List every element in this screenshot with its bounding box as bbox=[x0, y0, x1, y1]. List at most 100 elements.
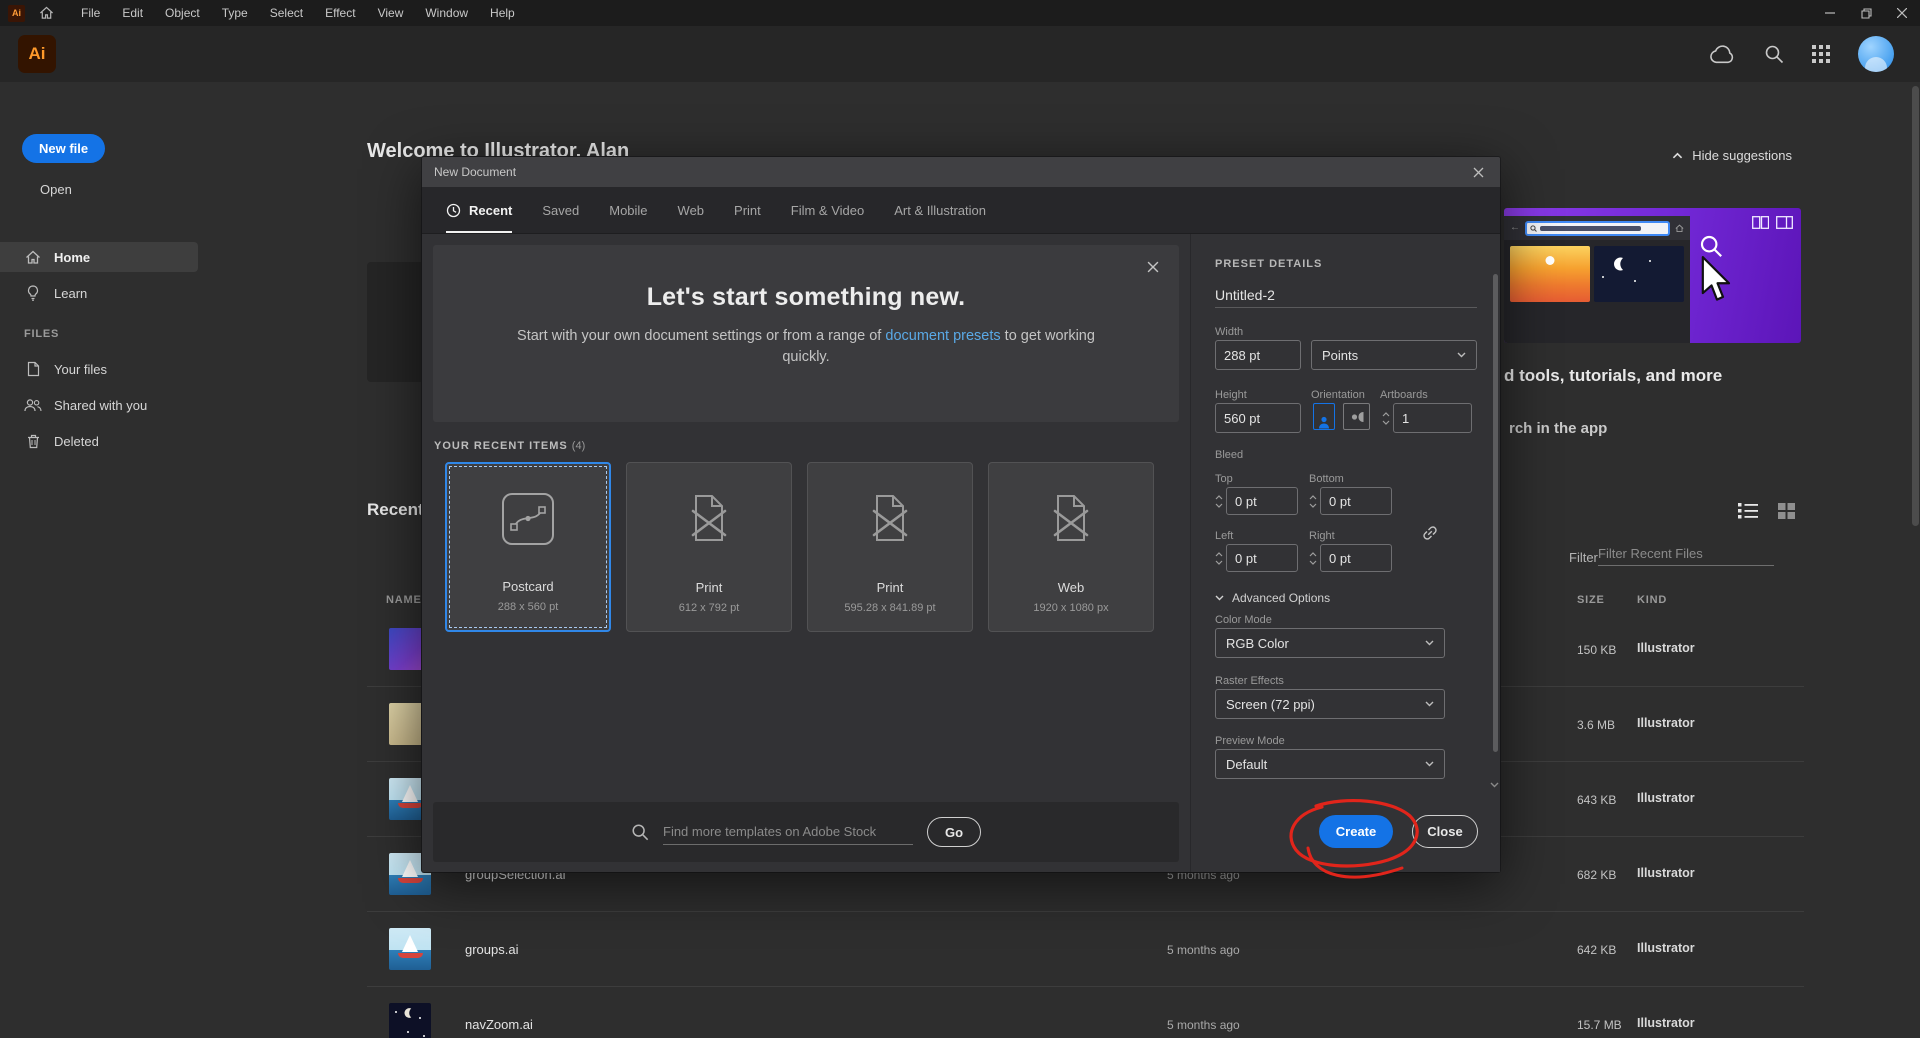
tab-label: Mobile bbox=[609, 202, 648, 218]
mini-app-screenshot: ← bbox=[1504, 216, 1690, 343]
open-button[interactable]: Open bbox=[40, 182, 72, 197]
recent-items-heading: YOUR RECENT ITEMS (4) bbox=[434, 440, 586, 452]
width-input[interactable] bbox=[1215, 340, 1301, 370]
stepper-arrows[interactable] bbox=[1215, 551, 1223, 565]
advanced-options-toggle[interactable]: Advanced Options bbox=[1215, 591, 1330, 605]
minimize-icon[interactable] bbox=[1812, 0, 1848, 26]
tab-web[interactable]: Web bbox=[678, 187, 705, 233]
stepper-arrows[interactable] bbox=[1309, 551, 1317, 565]
menu-file[interactable]: File bbox=[70, 0, 111, 26]
cloud-icon[interactable] bbox=[1709, 44, 1736, 64]
file-x-icon bbox=[861, 489, 919, 547]
sidebar-item-learn[interactable]: Learn bbox=[0, 278, 198, 308]
illustrator-window: Ai File Edit Object Type Select Effect V… bbox=[0, 0, 1920, 1038]
tab-art-illustration[interactable]: Art & Illustration bbox=[894, 187, 986, 233]
bleed-right-input[interactable] bbox=[1320, 544, 1392, 572]
preset-card-name: Web bbox=[1057, 580, 1085, 595]
preset-cards: Postcard 288 x 560 pt Print 612 x 792 pt bbox=[445, 462, 1154, 632]
bleed-link-icon[interactable] bbox=[1415, 518, 1445, 548]
menu-object[interactable]: Object bbox=[154, 0, 211, 26]
table-row[interactable]: navZoom.ai 5 months ago 15.7 MB Illustra… bbox=[367, 987, 1804, 1038]
tab-print[interactable]: Print bbox=[734, 187, 761, 233]
lightbulb-icon bbox=[24, 285, 42, 301]
preset-card-postcard[interactable]: Postcard 288 x 560 pt bbox=[445, 462, 611, 632]
tab-label: Web bbox=[677, 202, 705, 218]
mini-search-field bbox=[1525, 220, 1670, 236]
go-button[interactable]: Go bbox=[927, 817, 981, 847]
menu-type[interactable]: Type bbox=[211, 0, 259, 26]
column-header-size[interactable]: SIZE bbox=[1577, 594, 1605, 606]
restore-icon[interactable] bbox=[1848, 0, 1884, 26]
preset-card-print-a4[interactable]: Print 595.28 x 841.89 pt bbox=[807, 462, 973, 632]
sidebar-item-shared[interactable]: Shared with you bbox=[0, 390, 198, 420]
close-window-icon[interactable] bbox=[1884, 0, 1920, 26]
close-button[interactable]: Close bbox=[1412, 815, 1478, 848]
tab-saved[interactable]: Saved bbox=[542, 187, 579, 233]
column-header-name[interactable]: NAME bbox=[386, 594, 422, 606]
new-file-button[interactable]: New file bbox=[22, 134, 106, 163]
preset-card-web[interactable]: Web 1920 x 1080 px bbox=[988, 462, 1154, 632]
preview-mode-select[interactable]: Default bbox=[1215, 749, 1445, 779]
height-input[interactable] bbox=[1215, 403, 1301, 433]
units-select[interactable]: Points bbox=[1311, 340, 1477, 370]
list-view-icon[interactable] bbox=[1738, 503, 1758, 519]
grid-view-icon[interactable] bbox=[1778, 503, 1795, 519]
sidebar-item-deleted[interactable]: Deleted bbox=[0, 426, 198, 456]
suggestions-banner[interactable]: ← bbox=[1504, 208, 1801, 343]
avatar[interactable] bbox=[1858, 36, 1894, 72]
tab-mobile[interactable]: Mobile bbox=[609, 187, 647, 233]
hero-subtitle: Start with your own document settings or… bbox=[516, 326, 1096, 368]
menu-help[interactable]: Help bbox=[479, 0, 526, 26]
menu-window[interactable]: Window bbox=[414, 0, 479, 26]
raster-effects-select[interactable]: Screen (72 ppi) bbox=[1215, 689, 1445, 719]
hide-suggestions-button[interactable]: Hide suggestions bbox=[1672, 148, 1792, 163]
hero-subtitle-text: Start with your own document settings or… bbox=[517, 328, 886, 344]
bleed-top-input[interactable] bbox=[1226, 487, 1298, 515]
document-presets-link[interactable]: document presets bbox=[885, 328, 1000, 344]
create-button[interactable]: Create bbox=[1319, 815, 1393, 848]
illustrator-taskbar-icon: Ai bbox=[8, 4, 25, 22]
bleed-bottom-label: Bottom bbox=[1309, 473, 1344, 485]
tab-recent[interactable]: Recent bbox=[446, 187, 513, 233]
search-icon[interactable] bbox=[1764, 44, 1784, 64]
table-row[interactable]: groups.ai 5 months ago 642 KB Illustrato… bbox=[367, 912, 1804, 987]
hero-close-icon[interactable] bbox=[1143, 257, 1163, 277]
panel-scrollbar[interactable] bbox=[1493, 274, 1498, 752]
stepper-arrows[interactable] bbox=[1215, 494, 1223, 508]
color-mode-select[interactable]: RGB Color bbox=[1215, 628, 1445, 658]
orientation-landscape-button[interactable] bbox=[1343, 403, 1370, 430]
os-titlebar: Ai File Edit Object Type Select Effect V… bbox=[0, 0, 1920, 26]
bleed-left-input[interactable] bbox=[1226, 544, 1298, 572]
page-scrollbar[interactable] bbox=[1912, 86, 1919, 526]
stepper-arrows[interactable] bbox=[1382, 411, 1390, 425]
preset-card-print-letter[interactable]: Print 612 x 792 pt bbox=[626, 462, 792, 632]
scrollbar-down-icon[interactable] bbox=[1490, 782, 1499, 788]
landscape-person-icon bbox=[1351, 411, 1363, 422]
artboards-input[interactable] bbox=[1393, 403, 1472, 433]
height-label: Height bbox=[1215, 389, 1247, 401]
dialog-close-icon[interactable] bbox=[1469, 163, 1488, 182]
tab-film-video[interactable]: Film & Video bbox=[791, 187, 864, 233]
sidebar-item-your-files[interactable]: Your files bbox=[0, 354, 198, 384]
home-icon[interactable] bbox=[39, 6, 54, 20]
document-name-input[interactable] bbox=[1215, 282, 1477, 308]
chevron-down-icon bbox=[1425, 761, 1434, 767]
stock-search-input[interactable] bbox=[663, 819, 913, 845]
preset-card-name: Print bbox=[695, 580, 723, 595]
bleed-bottom-input[interactable] bbox=[1320, 487, 1392, 515]
people-icon bbox=[24, 398, 42, 412]
apps-grid-icon[interactable] bbox=[1812, 45, 1830, 63]
sidebar: New file Open Home Learn FILES Your file… bbox=[0, 82, 240, 1038]
chevron-down-icon bbox=[1425, 640, 1434, 646]
column-header-kind[interactable]: KIND bbox=[1637, 594, 1667, 606]
dialog-tabs: Recent Saved Mobile Web Print Film & Vid… bbox=[422, 187, 1500, 234]
hide-suggestions-label: Hide suggestions bbox=[1692, 148, 1792, 163]
filter-input[interactable] bbox=[1598, 542, 1774, 566]
stepper-arrows[interactable] bbox=[1309, 494, 1317, 508]
orientation-portrait-button[interactable] bbox=[1313, 403, 1335, 430]
menu-edit[interactable]: Edit bbox=[111, 0, 154, 26]
menu-view[interactable]: View bbox=[367, 0, 415, 26]
sidebar-item-home[interactable]: Home bbox=[0, 242, 198, 272]
menu-effect[interactable]: Effect bbox=[314, 0, 366, 26]
menu-select[interactable]: Select bbox=[259, 0, 314, 26]
